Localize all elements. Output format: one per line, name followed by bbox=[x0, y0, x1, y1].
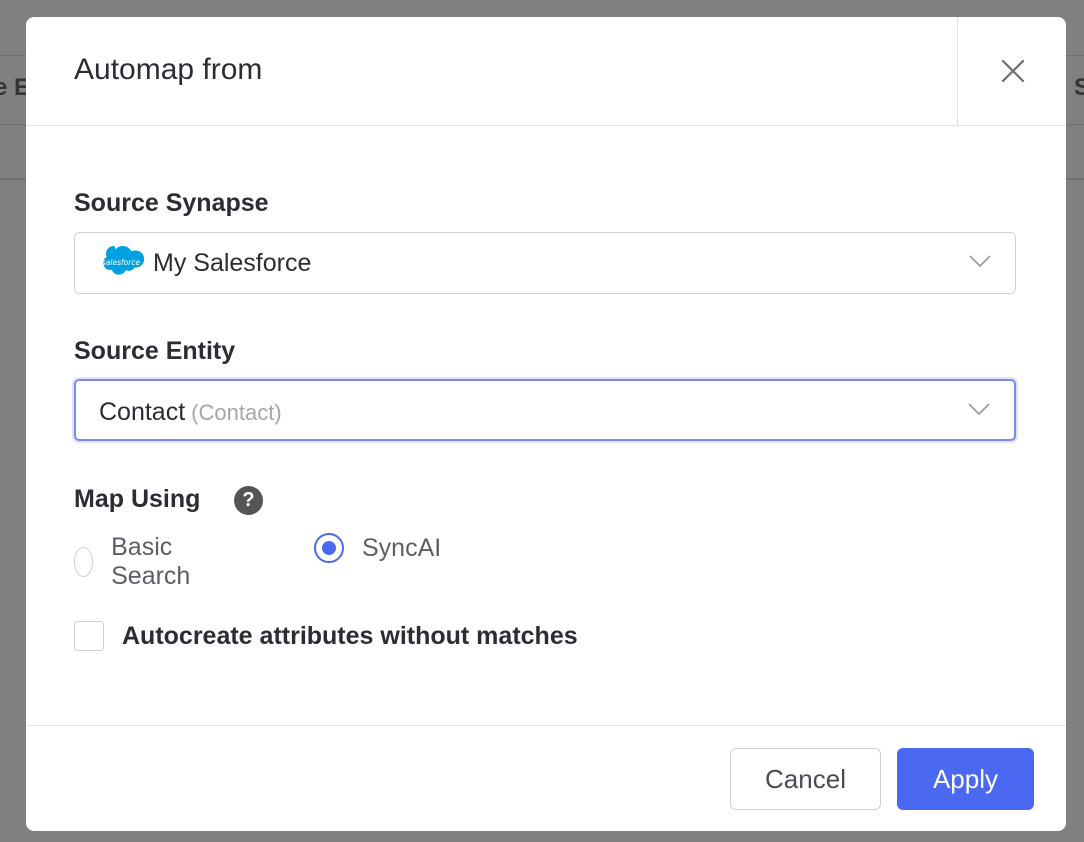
radio-button[interactable] bbox=[74, 547, 94, 577]
source-entity-api-name: (Contact) bbox=[191, 400, 282, 425]
map-using-label: Map Using bbox=[74, 485, 201, 513]
source-entity-name: Contact bbox=[99, 398, 186, 426]
radio-syncai[interactable]: SyncAI bbox=[314, 533, 441, 563]
dialog-footer: Cancel Apply bbox=[26, 725, 1066, 831]
autocreate-checkbox[interactable] bbox=[74, 621, 104, 651]
background-column-header: S bbox=[1074, 74, 1084, 101]
radio-label: Basic Search bbox=[111, 533, 191, 590]
dialog-header: Automap from bbox=[26, 17, 1066, 126]
autocreate-checkbox-row[interactable]: Autocreate attributes without matches bbox=[74, 621, 578, 651]
chevron-down-icon bbox=[968, 403, 990, 416]
automap-dialog: Automap from Source Synapse salesforce M… bbox=[26, 17, 1066, 831]
source-synapse-select[interactable]: salesforce My Salesforce bbox=[74, 232, 1016, 294]
source-synapse-value: My Salesforce bbox=[153, 249, 312, 277]
dialog-title: Automap from bbox=[74, 53, 263, 86]
radio-basic-search[interactable]: Basic Search bbox=[74, 533, 201, 591]
apply-button[interactable]: Apply bbox=[897, 748, 1034, 810]
chevron-down-icon bbox=[969, 255, 991, 268]
autocreate-label: Autocreate attributes without matches bbox=[122, 621, 578, 650]
radio-label: SyncAI bbox=[362, 533, 442, 562]
close-button[interactable] bbox=[957, 17, 1066, 125]
source-synapse-label: Source Synapse bbox=[74, 189, 269, 217]
salesforce-logo-icon: salesforce bbox=[102, 246, 145, 275]
source-entity-value: Contact (Contact) bbox=[99, 398, 282, 427]
salesforce-logo-text: salesforce bbox=[102, 258, 141, 267]
source-entity-select[interactable]: Contact (Contact) bbox=[74, 379, 1016, 441]
source-entity-label: Source Entity bbox=[74, 337, 236, 365]
radio-button-selected[interactable] bbox=[314, 533, 344, 563]
cancel-button[interactable]: Cancel bbox=[730, 748, 881, 810]
close-icon bbox=[1001, 59, 1024, 83]
help-icon[interactable]: ? bbox=[234, 486, 263, 515]
